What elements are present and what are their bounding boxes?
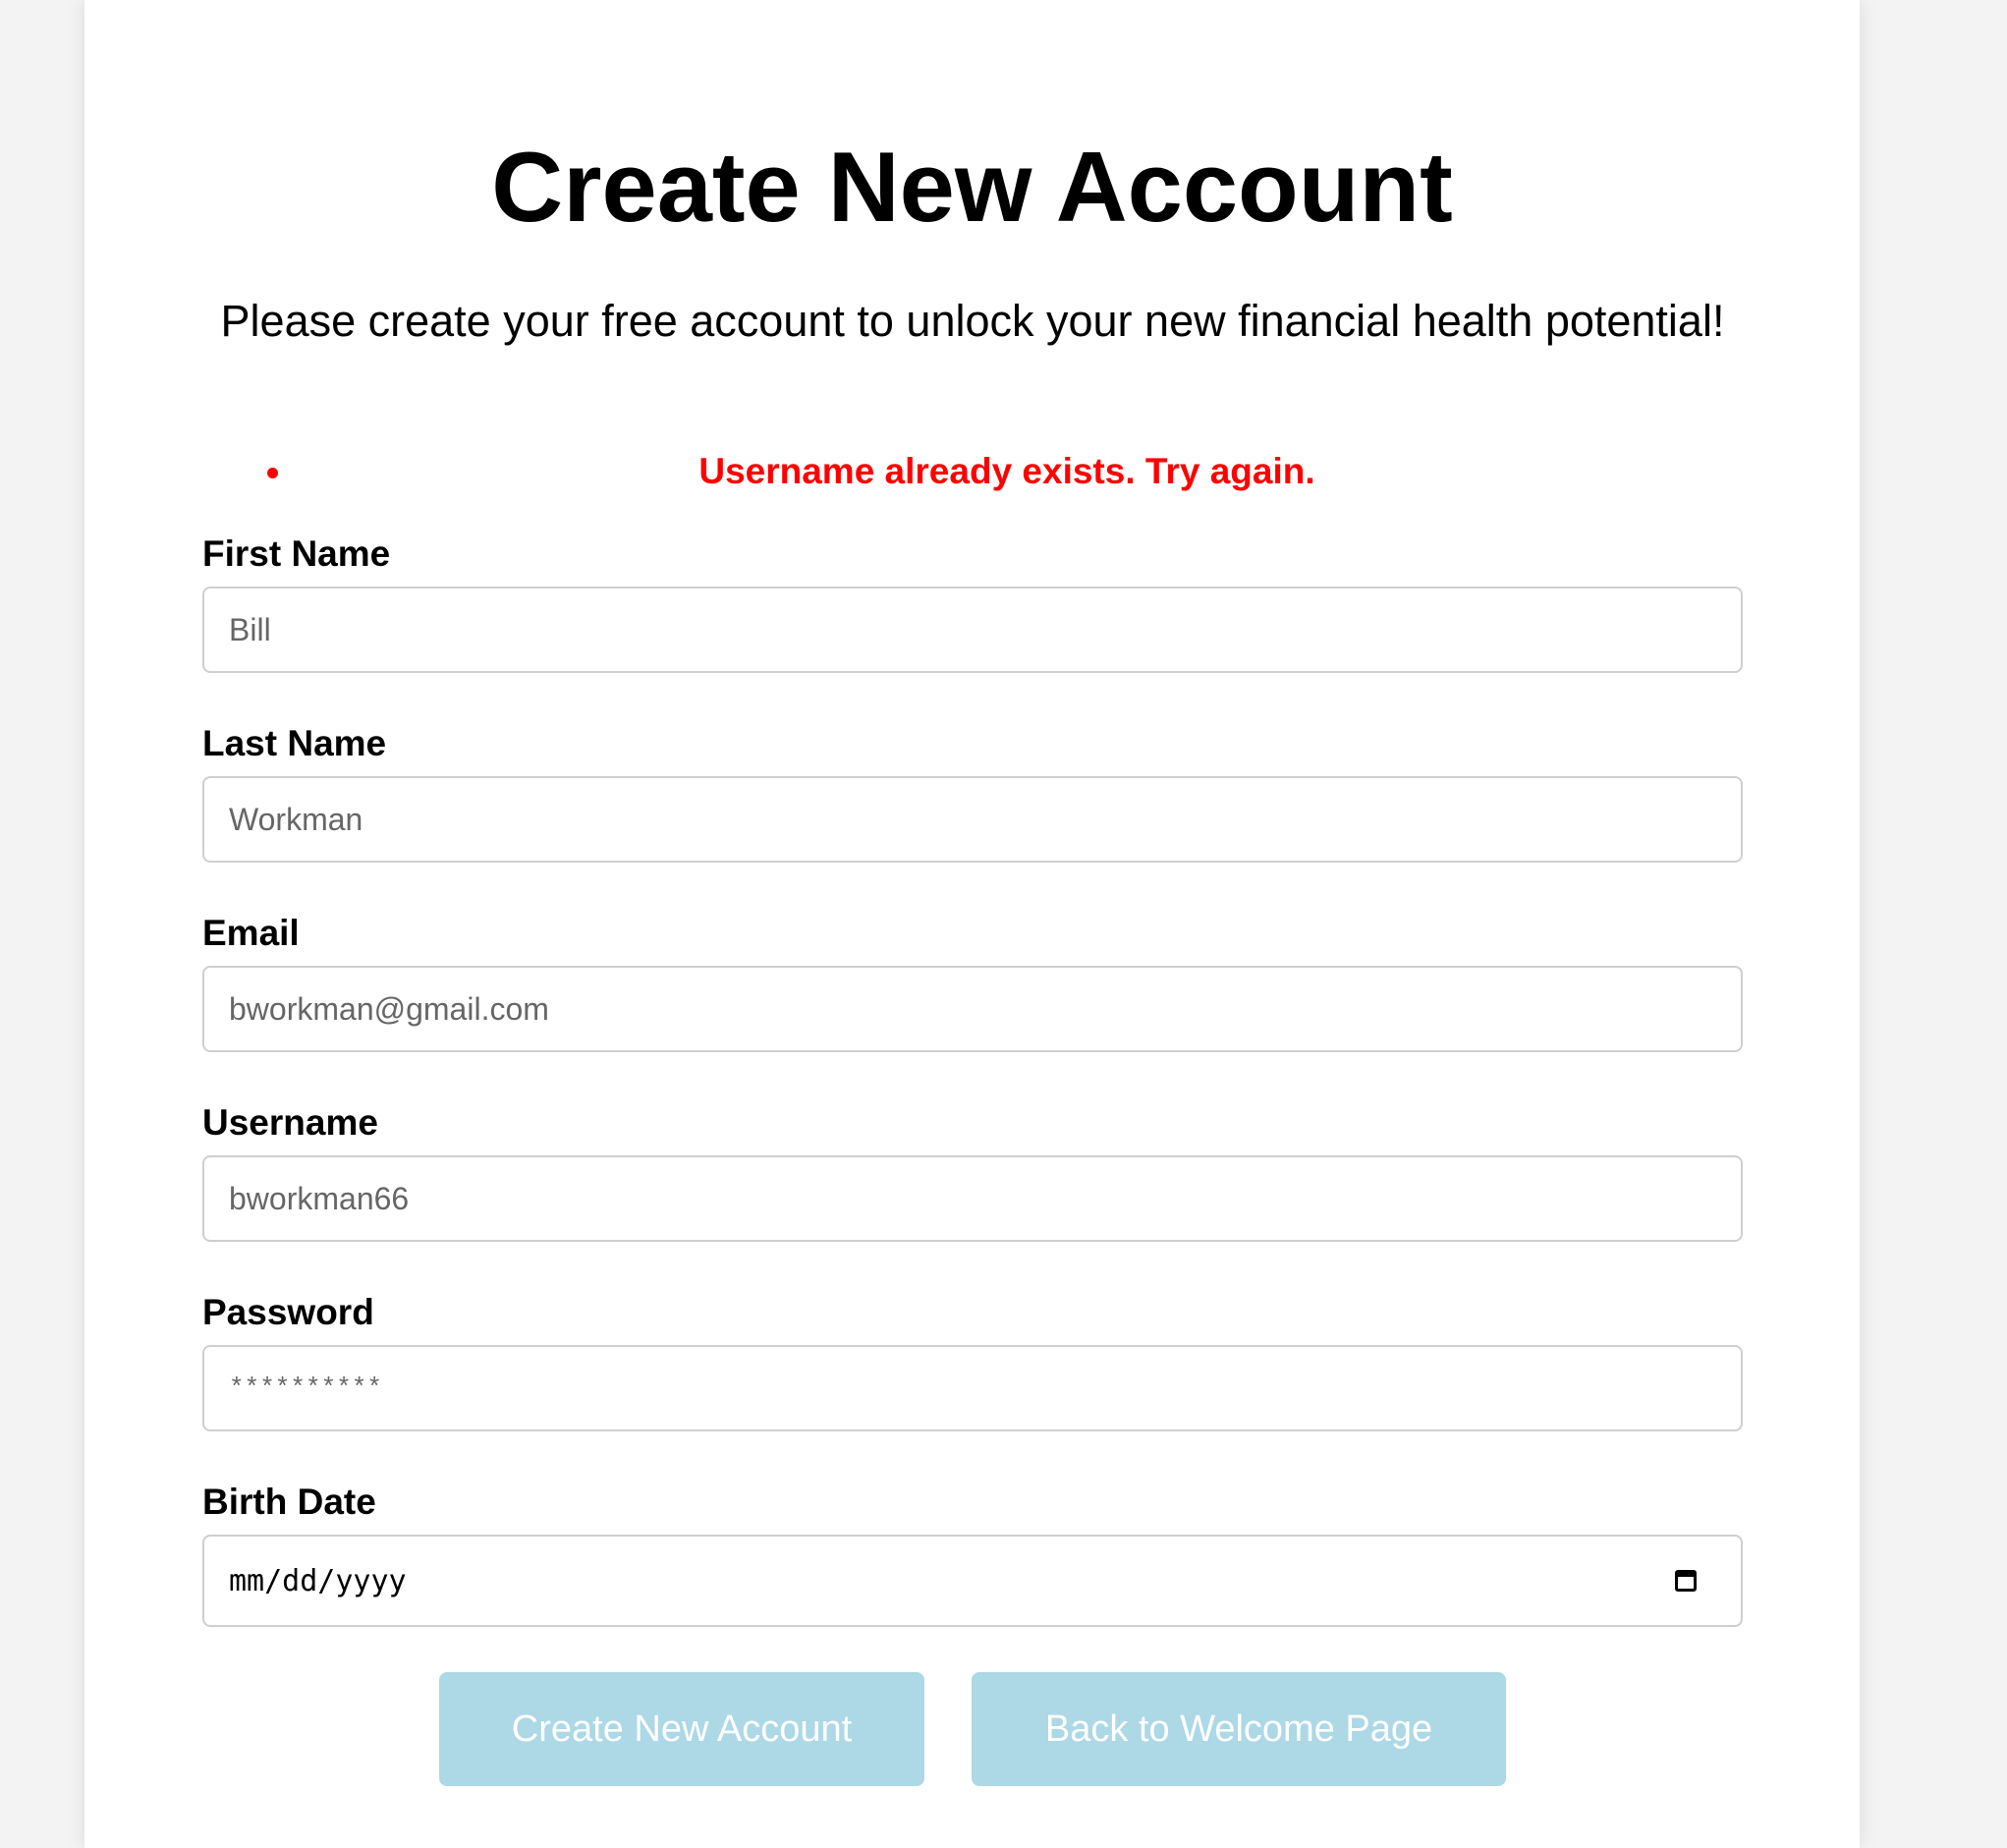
calendar-icon[interactable]	[1675, 1570, 1697, 1592]
error-text: Username already exists. Try again.	[698, 451, 1315, 491]
email-input[interactable]: bworkman@gmail.com	[202, 966, 1743, 1052]
first-name-label: First Name	[202, 533, 391, 574]
birth-date-label: Birth Date	[202, 1482, 376, 1522]
password-label: Password	[202, 1292, 374, 1332]
page-subtitle: Please create your free account to unloc…	[220, 296, 1725, 346]
first-name-value: Bill	[229, 611, 271, 647]
back-to-welcome-button[interactable]: Back to Welcome Page	[972, 1672, 1506, 1786]
first-name-input[interactable]: Bill	[202, 587, 1743, 673]
password-value: **********	[229, 1373, 383, 1403]
password-input[interactable]: **********	[202, 1345, 1743, 1431]
email-label: Email	[202, 913, 300, 953]
create-account-button[interactable]: Create New Account	[439, 1672, 924, 1786]
birth-date-placeholder: mm/dd/yyyy	[229, 1563, 407, 1598]
username-input[interactable]: bworkman66	[202, 1155, 1743, 1242]
error-list: Username already exists. Try again.	[202, 447, 1743, 496]
error-message: Username already exists. Try again.	[202, 447, 1743, 496]
birth-date-input[interactable]: mm/dd/yyyy	[202, 1535, 1743, 1627]
bullet-icon	[267, 468, 278, 478]
username-value: bworkman66	[229, 1180, 410, 1216]
signup-card: Create New Account Please create your fr…	[84, 0, 1860, 1848]
last-name-label: Last Name	[202, 723, 387, 763]
page-title: Create New Account	[491, 133, 1453, 243]
last-name-input[interactable]: Workman	[202, 776, 1743, 863]
username-label: Username	[202, 1102, 378, 1143]
email-value: bworkman@gmail.com	[229, 990, 549, 1027]
last-name-value: Workman	[229, 801, 363, 837]
